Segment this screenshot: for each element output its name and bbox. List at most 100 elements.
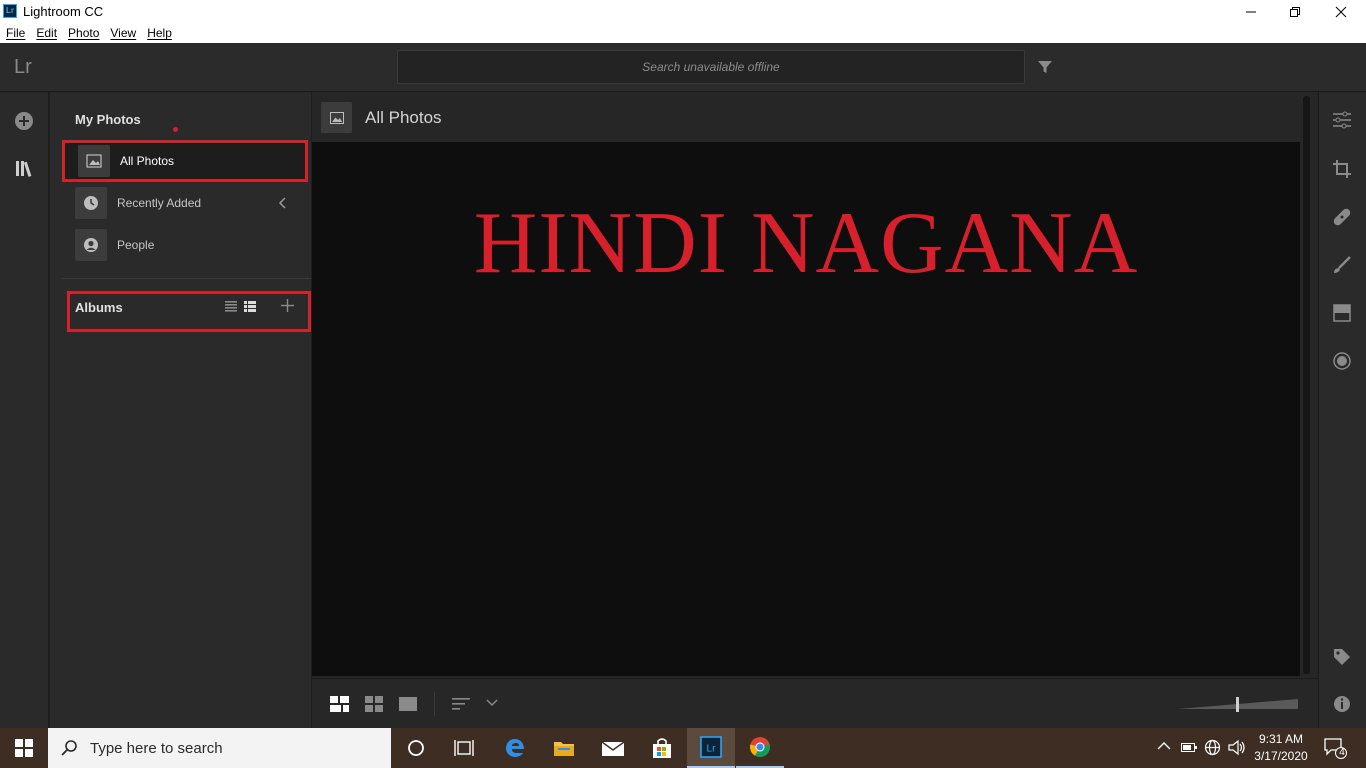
- store-bag-icon: [653, 738, 671, 758]
- lightroom-app-icon: Lr: [3, 4, 17, 18]
- chevron-left-icon[interactable]: [278, 197, 288, 209]
- detail-list-button[interactable]: [244, 300, 256, 312]
- gradient-icon: [1333, 304, 1351, 322]
- network-button[interactable]: [1204, 739, 1221, 756]
- image-icon: [78, 145, 110, 177]
- plus-circle-icon: [15, 112, 33, 130]
- svg-text:Lr: Lr: [707, 744, 717, 755]
- info-button[interactable]: [1330, 692, 1354, 716]
- bandage-icon: [1333, 208, 1351, 226]
- thumbnail-size-slider[interactable]: [1178, 696, 1300, 714]
- store-button[interactable]: [638, 728, 686, 768]
- sidebar-item-people[interactable]: People: [62, 224, 308, 266]
- windows-icon: [15, 739, 33, 757]
- volume-button[interactable]: [1228, 739, 1246, 756]
- left-rail: [0, 92, 49, 728]
- library-icon: [16, 161, 32, 177]
- cortana-button[interactable]: [392, 728, 440, 768]
- taskbar-clock[interactable]: 9:31 AM 3/17/2020: [1250, 731, 1312, 765]
- file-explorer-button[interactable]: [540, 728, 588, 768]
- grid-view-button[interactable]: [365, 696, 383, 712]
- sidebar-item-recently-added[interactable]: Recently Added: [62, 182, 308, 224]
- close-button[interactable]: [1318, 0, 1364, 23]
- brush-button[interactable]: [1330, 253, 1354, 277]
- list-view-icon: [225, 301, 237, 312]
- albums-heading: Albums: [75, 300, 123, 315]
- sidebar-item-label: People: [117, 238, 155, 252]
- search-input[interactable]: Search unavailable offline: [397, 50, 1025, 84]
- mail-button[interactable]: [589, 728, 637, 768]
- start-button[interactable]: [0, 728, 48, 768]
- list-view-button[interactable]: [225, 300, 237, 312]
- divider: [434, 692, 435, 716]
- keywords-button[interactable]: [1330, 645, 1354, 669]
- edge-button[interactable]: [491, 728, 539, 768]
- sort-icon: [452, 698, 470, 710]
- overlay-text: HINDI NAGANA: [473, 195, 1139, 292]
- brush-icon: [1334, 256, 1351, 273]
- filter-button[interactable]: [1036, 58, 1054, 76]
- minimize-icon: [1246, 11, 1256, 12]
- search-placeholder: Search unavailable offline: [642, 60, 780, 74]
- radial-gradient-button[interactable]: [1330, 349, 1354, 373]
- menu-edit[interactable]: Edit: [36, 26, 57, 40]
- sort-button[interactable]: [452, 697, 472, 711]
- sidebar-item-label: Recently Added: [117, 196, 202, 210]
- notification-count-badge: 4: [1339, 747, 1345, 758]
- restore-icon: [1290, 6, 1300, 17]
- add-album-button[interactable]: [281, 299, 294, 312]
- annotation-dot: [173, 127, 178, 132]
- plus-icon: [281, 299, 294, 312]
- detail-list-icon: [244, 301, 256, 312]
- single-photo-icon: [399, 697, 417, 711]
- tag-icon: [1334, 649, 1350, 665]
- linear-gradient-button[interactable]: [1330, 301, 1354, 325]
- globe-icon: [1204, 739, 1221, 756]
- minimize-button[interactable]: [1228, 0, 1274, 23]
- menu-photo[interactable]: Photo: [68, 26, 99, 40]
- menu-view[interactable]: View: [110, 26, 136, 40]
- folder-icon: [554, 742, 574, 756]
- chevron-down-icon: [486, 699, 498, 707]
- content-header: [312, 92, 1300, 142]
- crop-button[interactable]: [1330, 157, 1354, 181]
- detail-view-button[interactable]: [399, 697, 417, 711]
- clock-date: 3/17/2020: [1254, 749, 1308, 763]
- scrollbar[interactable]: [1303, 96, 1310, 674]
- my-photos-heading: My Photos: [75, 112, 141, 127]
- lightroom-icon: Lr: [700, 736, 722, 758]
- edit-button[interactable]: [1330, 108, 1354, 132]
- chrome-button[interactable]: [736, 728, 784, 768]
- menu-file[interactable]: File: [6, 26, 25, 40]
- sliders-icon: [1333, 111, 1351, 129]
- show-hidden-icons-button[interactable]: [1157, 741, 1171, 751]
- healing-button[interactable]: [1330, 205, 1354, 229]
- sidebar-item-label: All Photos: [120, 154, 175, 168]
- crop-icon: [1333, 160, 1351, 178]
- battery-button[interactable]: [1181, 741, 1197, 753]
- add-photos-button[interactable]: [13, 110, 35, 132]
- taskbar-search-input[interactable]: Type here to search: [48, 728, 391, 768]
- info-icon: [1334, 696, 1350, 712]
- mail-icon: [601, 741, 625, 756]
- restore-button[interactable]: [1272, 0, 1318, 23]
- sort-dropdown-button[interactable]: [486, 699, 498, 707]
- taskbar-search-placeholder: Type here to search: [90, 739, 223, 757]
- menu-help[interactable]: Help: [147, 26, 172, 40]
- battery-icon: [1181, 743, 1197, 752]
- sidebar-item-all-photos[interactable]: All Photos: [62, 140, 308, 182]
- cortana-icon: [408, 740, 424, 756]
- clock-time: 9:31 AM: [1258, 732, 1304, 746]
- close-icon: [1335, 6, 1347, 17]
- radial-icon: [1333, 352, 1351, 370]
- edge-icon: [506, 739, 524, 757]
- library-button[interactable]: [13, 158, 35, 180]
- title-bar: [0, 0, 1366, 23]
- clock-icon: [75, 187, 107, 219]
- square-grid-view-button[interactable]: [330, 696, 349, 712]
- page-title: All Photos: [365, 108, 442, 127]
- lightroom-taskbar-button[interactable]: Lr: [687, 728, 735, 768]
- task-view-button[interactable]: [440, 728, 488, 768]
- speaker-icon: [1228, 739, 1245, 756]
- slider-track-icon: [1178, 697, 1298, 712]
